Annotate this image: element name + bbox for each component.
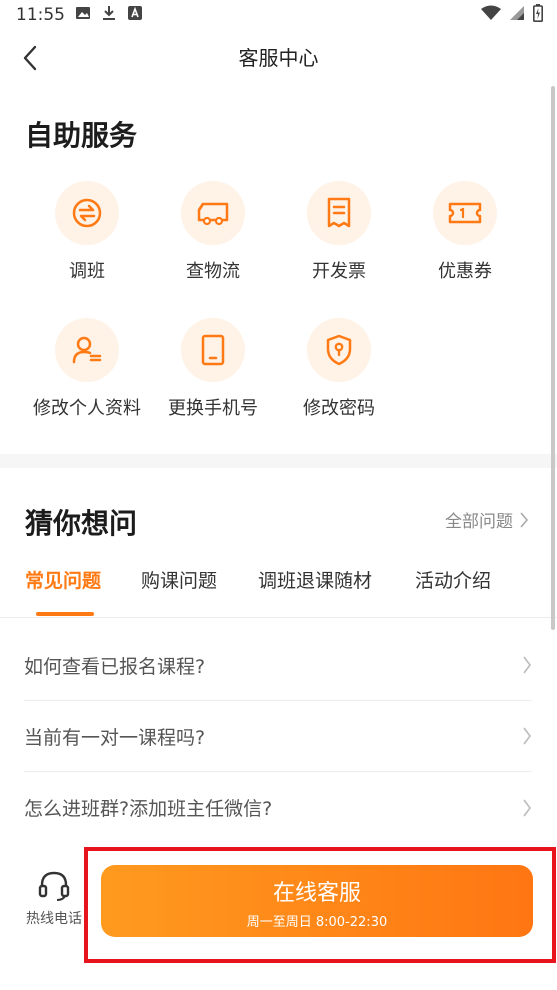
faq-tabs: 常见问题 购课问题 调班退课随材 活动介绍 bbox=[0, 566, 557, 618]
question-text: 如何查看已报名课程? bbox=[24, 655, 206, 678]
wifi-icon bbox=[481, 5, 501, 26]
status-time: 11:55 bbox=[16, 5, 65, 25]
hotline-label: 热线电话 bbox=[26, 911, 82, 927]
headset-icon bbox=[38, 871, 70, 901]
service-item-label: 更换手机号 bbox=[168, 398, 258, 419]
hotline-button[interactable]: 热线电话 bbox=[20, 870, 88, 928]
online-service-hours: 周一至周日 8:00-22:30 bbox=[246, 915, 388, 930]
service-item-transfer-class[interactable]: 调班 bbox=[24, 181, 150, 283]
question-text: 怎么进班群?添加班主任微信? bbox=[24, 798, 273, 820]
scrollbar[interactable] bbox=[551, 86, 555, 630]
question-text: 当前有一对一课程吗? bbox=[24, 726, 206, 749]
shield-lock-icon bbox=[307, 318, 371, 382]
bottom-action-bar: 热线电话 在线客服 周一至周日 8:00-22:30 bbox=[0, 842, 557, 990]
swap-icon bbox=[55, 181, 119, 245]
online-service-button[interactable]: 在线客服 周一至周日 8:00-22:30 bbox=[101, 865, 533, 937]
service-item-label: 查物流 bbox=[186, 261, 240, 282]
tab-activity-intro[interactable]: 活动介绍 bbox=[415, 566, 491, 618]
see-all-label: 全部问题 bbox=[445, 512, 513, 532]
truck-icon bbox=[181, 181, 245, 245]
app-notification-icon bbox=[127, 5, 143, 26]
service-item-label: 修改个人资料 bbox=[33, 398, 141, 419]
service-item-label: 调班 bbox=[69, 261, 105, 282]
question-row[interactable]: 怎么进班群?添加班主任微信? bbox=[24, 772, 532, 843]
chevron-right-icon bbox=[523, 799, 531, 816]
faq-title: 猜你想问 bbox=[25, 507, 138, 540]
battery-icon bbox=[533, 3, 543, 27]
active-tab-indicator bbox=[36, 612, 94, 616]
phone-icon bbox=[181, 318, 245, 382]
signal-icon bbox=[509, 5, 525, 26]
service-item-logistics[interactable]: 查物流 bbox=[150, 181, 276, 283]
self-service-title: 自助服务 bbox=[25, 119, 138, 152]
chevron-right-icon bbox=[520, 511, 529, 528]
chevron-right-icon bbox=[523, 727, 531, 745]
service-item-change-phone[interactable]: 更换手机号 bbox=[150, 318, 276, 420]
service-item-label: 优惠券 bbox=[438, 261, 492, 282]
download-notification-icon bbox=[101, 5, 117, 26]
tab-purchase-questions[interactable]: 购课问题 bbox=[141, 566, 217, 618]
coupon-icon bbox=[433, 181, 497, 245]
online-service-title: 在线客服 bbox=[272, 881, 361, 906]
profile-edit-icon bbox=[55, 318, 119, 382]
nav-bar: 客服中心 bbox=[0, 30, 557, 86]
page-title: 客服中心 bbox=[238, 46, 319, 70]
service-item-invoice[interactable]: 开发票 bbox=[276, 181, 402, 283]
service-item-label: 修改密码 bbox=[303, 398, 375, 419]
see-all-questions-link[interactable]: 全部问题 bbox=[445, 507, 529, 532]
question-row[interactable]: 当前有一对一课程吗? bbox=[24, 701, 532, 772]
chevron-left-icon bbox=[23, 45, 37, 71]
service-item-coupon[interactable]: 优惠券 bbox=[402, 181, 528, 283]
self-service-section: 自助服务 调班 查物流 开发票 优惠券 修改个人资料 更换手机号 修改密码 bbox=[0, 86, 557, 454]
question-row[interactable]: 如何查看已报名课程? bbox=[24, 630, 532, 701]
service-item-change-password[interactable]: 修改密码 bbox=[276, 318, 402, 420]
tab-transfer-refund-materials[interactable]: 调班退课随材 bbox=[258, 566, 372, 618]
tab-common-questions[interactable]: 常见问题 bbox=[25, 566, 101, 618]
receipt-icon bbox=[307, 181, 371, 245]
service-item-edit-profile[interactable]: 修改个人资料 bbox=[24, 318, 150, 420]
chevron-right-icon bbox=[523, 656, 531, 674]
service-item-label: 开发票 bbox=[312, 261, 366, 282]
image-notification-icon bbox=[75, 5, 91, 26]
status-bar: 11:55 bbox=[0, 0, 557, 30]
back-button[interactable] bbox=[14, 42, 46, 74]
